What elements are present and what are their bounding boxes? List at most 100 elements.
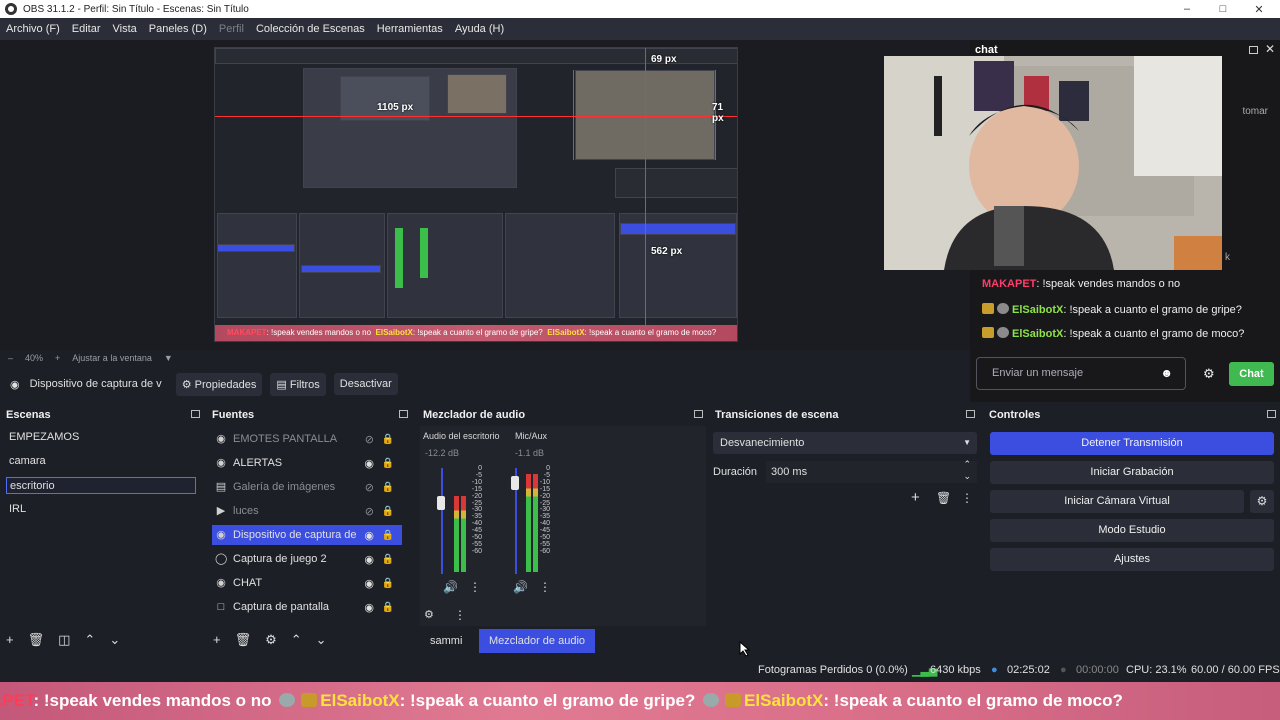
arrow-up-icon[interactable]: ⌃ (84, 632, 95, 648)
gear-icon[interactable]: ⚙ (1203, 366, 1215, 382)
menu-ayuda[interactable]: Ayuda (H) (455, 23, 504, 35)
distance-top-label: 69 px (651, 54, 677, 65)
more-options-icon[interactable]: ⋮ (961, 491, 973, 505)
webcam-feed (884, 56, 1222, 270)
gamepad-icon: ◯ (215, 553, 228, 565)
eye-icon: ◉ (364, 553, 374, 566)
more-options-icon[interactable]: ⋮ (539, 580, 551, 594)
menu-editar[interactable]: Editar (72, 23, 101, 35)
bitrate: 6430 kbps (930, 664, 981, 676)
menu-perfil[interactable]: Perfil (219, 23, 244, 35)
zoom-out-button[interactable]: – (8, 353, 13, 363)
source-item[interactable]: ◯ Captura de juego 2 ◉ 🔒 (212, 549, 402, 569)
popout-icon[interactable] (1249, 46, 1258, 54)
menu-bar: Archivo (F) Editar Vista Paneles (D) Per… (0, 18, 1280, 40)
gear-icon[interactable]: ⚙ (265, 632, 277, 648)
mixer-menu-icon[interactable]: ⋮ (454, 608, 466, 622)
source-item[interactable]: ▶ luces ⊘ 🔒 (212, 501, 402, 521)
browser-icon: ◉ (216, 577, 226, 589)
trash-icon[interactable]: 🗑 (28, 632, 45, 648)
chat-dock-title: chat (975, 44, 998, 56)
arrow-down-icon[interactable]: ⌄ (109, 632, 120, 648)
status-bar: Fotogramas Perdidos 0 (0.0%) ▁▃▅ 6430 kb… (0, 658, 1280, 682)
add-source-icon[interactable]: + (213, 632, 221, 648)
speaker-icon[interactable]: 🔊 (513, 580, 528, 594)
close-icon[interactable]: ✕ (1241, 0, 1277, 18)
preview-chat-banner: MAKAPET: !speak vendes mandos o no ElSai… (215, 325, 737, 341)
chat-send-button[interactable]: Chat (1229, 362, 1274, 386)
source-item[interactable]: ◉ ALERTAS ◉ 🔒 (212, 453, 402, 473)
lock-icon: 🔒 (381, 601, 394, 613)
arrow-down-icon[interactable]: ⌄ (316, 632, 327, 648)
duration-input[interactable]: 300 ms ⌃ ⌄ (766, 459, 977, 483)
volume-fader-knob[interactable] (511, 476, 519, 490)
deactivate-button[interactable]: Desactivar (333, 373, 398, 395)
camera-icon: ◉ (216, 529, 226, 541)
maximize-icon[interactable]: □ (1205, 0, 1241, 18)
scene-item[interactable]: EMPEZAMOS (6, 429, 196, 446)
channel-db: -1.1 dB (515, 448, 545, 458)
window-title: OBS 31.1.2 - Perfil: Sin Título - Escena… (23, 3, 249, 15)
source-item[interactable]: ◉ EMOTES PANTALLA ⊘ 🔒 (212, 429, 402, 449)
stop-streaming-button[interactable]: Detener Transmisión (990, 432, 1274, 455)
source-item[interactable]: □ Captura de pantalla ◉ 🔒 (212, 597, 402, 617)
scene-item-selected[interactable]: escritorio (6, 477, 196, 494)
eye-icon: ◉ (364, 457, 374, 470)
start-recording-button[interactable]: Iniciar Grabación (990, 461, 1274, 484)
koala-emote-icon (703, 693, 720, 707)
fit-window-button[interactable]: Ajustar a la ventana (72, 353, 152, 363)
popout-icon[interactable] (694, 410, 703, 418)
chat-ticker-banner: APET: !speak vendes mandos o no ElSaibot… (0, 682, 1280, 720)
source-item[interactable]: ◉ CHAT ◉ 🔒 (212, 573, 402, 593)
arrow-up-icon[interactable]: ⌃ (291, 632, 302, 648)
emoji-icon[interactable]: ☻ (1160, 366, 1173, 380)
scene-item[interactable]: camara (6, 453, 196, 470)
close-icon[interactable]: ✕ (1265, 42, 1275, 56)
menu-vista[interactable]: Vista (113, 23, 137, 35)
eye-hidden-icon: ⊘ (364, 433, 374, 446)
zoom-in-button[interactable]: + (55, 353, 60, 363)
tab-sammi[interactable]: sammi (420, 629, 472, 653)
popout-icon[interactable] (399, 410, 408, 418)
popout-icon[interactable] (1267, 410, 1276, 418)
menu-coleccion-escenas[interactable]: Colección de Escenas (256, 23, 365, 35)
filter-icon[interactable]: ◫ (58, 632, 70, 648)
properties-button[interactable]: ⚙ Propiedades (175, 372, 263, 396)
minimize-icon[interactable]: – (1169, 0, 1205, 18)
menu-herramientas[interactable]: Herramientas (377, 23, 443, 35)
stepper-icon: ⌃ ⌄ (963, 459, 971, 481)
more-options-icon[interactable]: ⋮ (469, 580, 481, 594)
scene-item[interactable]: IRL (6, 501, 196, 518)
advanced-audio-icon[interactable]: ⚙ (424, 608, 434, 621)
speaker-icon[interactable]: 🔊 (443, 580, 458, 594)
chevron-down-icon[interactable]: ▼ (164, 353, 173, 363)
menu-archivo[interactable]: Archivo (F) (6, 23, 60, 35)
record-icon: ● (1060, 664, 1067, 676)
crown-emote-icon (301, 693, 318, 707)
fps: 60.00 / 60.00 FPS (1191, 664, 1280, 676)
selected-source-name: Dispositivo de captura de v (29, 378, 162, 390)
add-transition-icon[interactable]: + (911, 489, 920, 506)
filters-button[interactable]: ▤ Filtros (270, 372, 326, 396)
lock-icon: 🔒 (381, 553, 394, 565)
popout-icon[interactable] (966, 410, 975, 418)
volume-fader-track[interactable] (441, 468, 443, 574)
volume-fader-knob[interactable] (437, 496, 445, 510)
transition-select[interactable]: Desvanecimiento ▼ (713, 432, 977, 454)
trash-icon[interactable]: 🗑 (235, 632, 252, 648)
trash-icon[interactable]: 🗑 (936, 491, 951, 505)
program-preview[interactable]: 69 px 71 px 1105 px 562 px MAKAPET: !spe… (214, 47, 738, 342)
start-virtual-camera-button[interactable]: Iniciar Cámara Virtual (990, 490, 1244, 513)
eye-icon: ◉ (364, 529, 374, 542)
crown-emote-icon (725, 693, 742, 707)
chat-message-input[interactable]: Enviar un mensaje ☻ (976, 357, 1186, 390)
source-item-selected[interactable]: ◉ Dispositivo de captura de ◉ 🔒 (212, 525, 402, 545)
menu-paneles[interactable]: Paneles (D) (149, 23, 207, 35)
source-item[interactable]: ▤ Galería de imágenes ⊘ 🔒 (212, 477, 402, 497)
popout-icon[interactable] (191, 410, 200, 418)
settings-button[interactable]: Ajustes (990, 548, 1274, 571)
studio-mode-button[interactable]: Modo Estudio (990, 519, 1274, 542)
add-scene-icon[interactable]: + (6, 632, 14, 648)
gear-icon[interactable]: ⚙ (1250, 490, 1274, 513)
tab-audio-mixer[interactable]: Mezclador de audio (479, 629, 596, 653)
